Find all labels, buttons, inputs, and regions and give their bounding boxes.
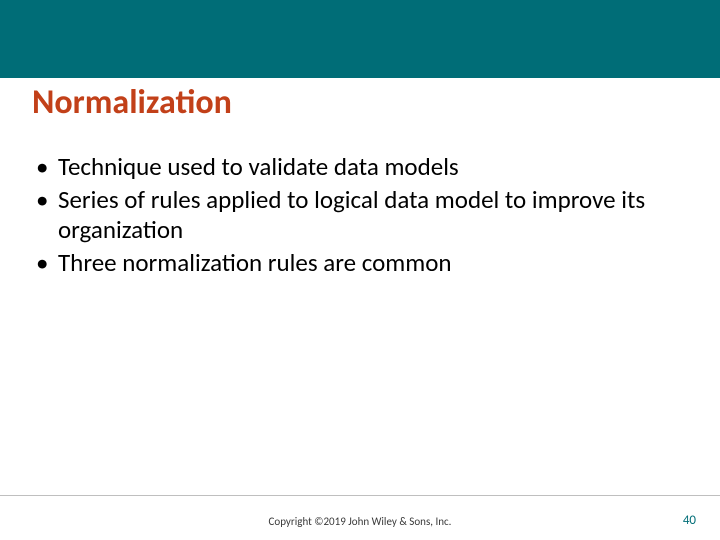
slide-body: Technique used to validate data models S…: [32, 152, 688, 280]
bullet-list: Technique used to validate data models S…: [32, 152, 688, 278]
slide: Normalization Technique used to validate…: [0, 0, 720, 540]
slide-title: Normalization: [32, 82, 232, 123]
top-accent-bar: [0, 0, 720, 78]
bullet-item: Technique used to validate data models: [32, 152, 688, 183]
bullet-item: Series of rules applied to logical data …: [32, 185, 688, 246]
footer-divider: [0, 495, 720, 496]
footer: Copyright ©2019 John Wiley & Sons, Inc. …: [0, 504, 720, 528]
bullet-item: Three normalization rules are common: [32, 248, 688, 279]
page-number: 40: [683, 513, 696, 528]
copyright-text: Copyright ©2019 John Wiley & Sons, Inc.: [269, 515, 452, 528]
